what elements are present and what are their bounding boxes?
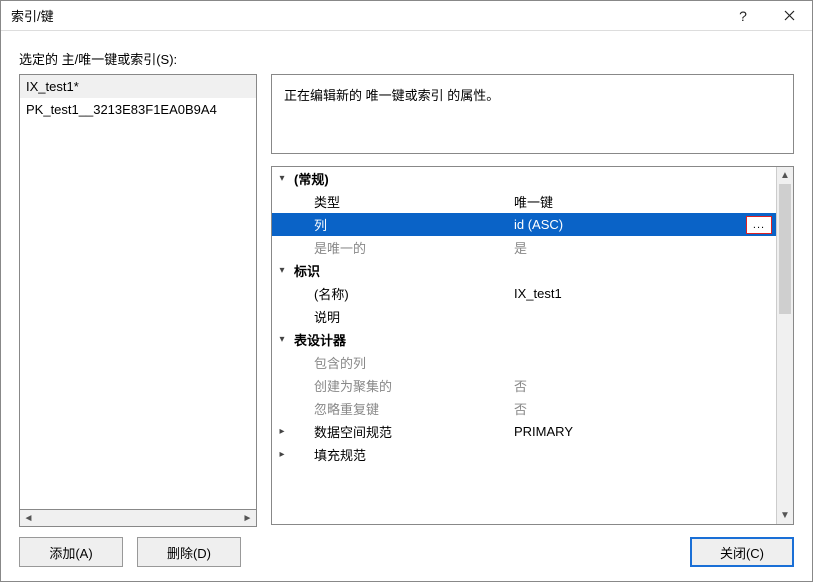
chevron-down-icon[interactable]: ▾ — [272, 173, 292, 184]
prop-label: 类型 — [312, 192, 512, 211]
chevron-down-icon[interactable]: ▾ — [272, 265, 292, 276]
prop-label: 填充规范 — [312, 445, 512, 464]
prop-value: 唯一键 — [512, 192, 776, 211]
prop-row-desc[interactable]: 说明 — [272, 305, 776, 328]
scroll-thumb[interactable] — [779, 184, 791, 314]
prop-row-dataspace[interactable]: ▸ 数据空间规范 PRIMARY — [272, 420, 776, 443]
scroll-left-icon[interactable]: ◄ — [20, 510, 37, 526]
prop-label: 创建为聚集的 — [312, 376, 512, 395]
footer: 关闭(C) — [271, 537, 794, 567]
window-title: 索引/键 — [11, 6, 720, 25]
chevron-right-icon[interactable]: ▸ — [272, 426, 292, 437]
prop-label: 是唯一的 — [312, 238, 512, 257]
prop-value: 否 — [512, 399, 776, 418]
prop-label: 包含的列 — [312, 353, 512, 372]
property-grid[interactable]: ▾ (常规) 类型 唯一键 列 id (ASC) — [272, 167, 776, 524]
listbox-hscroll[interactable]: ◄ ► — [19, 510, 257, 527]
right-column: 正在编辑新的 唯一键或索引 的属性。 ▾ (常规) 类型 唯一键 — [271, 74, 794, 567]
list-item[interactable]: PK_test1__3213E83F1EA0B9A4 — [20, 98, 256, 121]
prop-label: 列 — [312, 215, 512, 234]
prop-row-fillspec[interactable]: ▸ 填充规范 — [272, 443, 776, 466]
prop-row-columns[interactable]: 列 id (ASC) ... — [272, 213, 776, 236]
dialog-body: 选定的 主/唯一键或索引(S): IX_test1* PK_test1__321… — [1, 31, 812, 581]
close-button[interactable]: 关闭(C) — [690, 537, 794, 567]
prop-row-name[interactable]: (名称) IX_test1 — [272, 282, 776, 305]
add-button[interactable]: 添加(A) — [19, 537, 123, 567]
scroll-track[interactable] — [777, 314, 793, 507]
left-column: IX_test1* PK_test1__3213E83F1EA0B9A4 ◄ ►… — [19, 74, 257, 567]
prop-label: 说明 — [312, 307, 512, 326]
dialog-window: 索引/键 ? 选定的 主/唯一键或索引(S): IX_test1* PK_tes… — [0, 0, 813, 582]
prop-label: 忽略重复键 — [312, 399, 512, 418]
category-label: 表设计器 — [292, 330, 492, 349]
prop-row-ignoredup[interactable]: 忽略重复键 否 — [272, 397, 776, 420]
description-text: 正在编辑新的 唯一键或索引 的属性。 — [284, 88, 499, 103]
titlebar: 索引/键 ? — [1, 1, 812, 31]
category-label: (常规) — [292, 169, 492, 188]
prop-row-included[interactable]: 包含的列 — [272, 351, 776, 374]
category-general[interactable]: ▾ (常规) — [272, 167, 776, 190]
prop-label: (名称) — [312, 284, 512, 303]
prop-row-clustered[interactable]: 创建为聚集的 否 — [272, 374, 776, 397]
scroll-track[interactable] — [37, 510, 239, 526]
prop-value: 否 — [512, 376, 776, 395]
prop-value: 是 — [512, 238, 776, 257]
scroll-up-icon[interactable]: ▲ — [777, 167, 793, 184]
category-designer[interactable]: ▾ 表设计器 — [272, 328, 776, 351]
prop-value: id (ASC) — [512, 217, 746, 232]
selected-label: 选定的 主/唯一键或索引(S): — [19, 49, 794, 68]
help-button[interactable]: ? — [720, 1, 766, 31]
prop-value: PRIMARY — [512, 424, 776, 439]
property-vscroll[interactable]: ▲ ▼ — [776, 167, 793, 524]
delete-button[interactable]: 删除(D) — [137, 537, 241, 567]
chevron-right-icon[interactable]: ▸ — [272, 449, 292, 460]
category-identity[interactable]: ▾ 标识 — [272, 259, 776, 282]
list-item[interactable]: IX_test1* — [20, 75, 256, 98]
prop-row-isunique[interactable]: 是唯一的 是 — [272, 236, 776, 259]
property-grid-box: ▾ (常规) 类型 唯一键 列 id (ASC) — [271, 166, 794, 525]
description-box: 正在编辑新的 唯一键或索引 的属性。 — [271, 74, 794, 154]
chevron-down-icon[interactable]: ▾ — [272, 334, 292, 345]
mid-area: IX_test1* PK_test1__3213E83F1EA0B9A4 ◄ ►… — [19, 74, 794, 567]
category-label: 标识 — [292, 261, 492, 280]
prop-row-type[interactable]: 类型 唯一键 — [272, 190, 776, 213]
close-icon[interactable] — [766, 1, 812, 31]
scroll-down-icon[interactable]: ▼ — [777, 507, 793, 524]
prop-value: IX_test1 — [512, 286, 776, 301]
left-button-row: 添加(A) 删除(D) — [19, 537, 257, 567]
ellipsis-button[interactable]: ... — [746, 216, 772, 234]
prop-label: 数据空间规范 — [312, 422, 512, 441]
scroll-right-icon[interactable]: ► — [239, 510, 256, 526]
index-listbox[interactable]: IX_test1* PK_test1__3213E83F1EA0B9A4 — [19, 74, 257, 510]
